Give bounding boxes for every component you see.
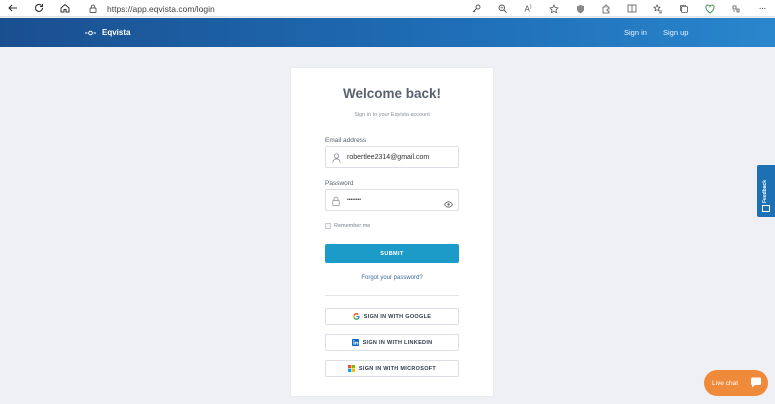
google-icon — [352, 313, 360, 320]
login-card: Welcome back! Sign in to your Eqvista ac… — [291, 68, 493, 396]
remember-me-checkbox[interactable] — [325, 223, 331, 229]
page-subtitle: Sign in to your Eqvista account — [354, 112, 430, 118]
browser-toolbar: https://app.eqvista.com/login A) ··· — [0, 0, 775, 17]
split-screen-icon[interactable] — [619, 0, 645, 17]
live-chat-button[interactable]: Live chat — [704, 370, 768, 396]
live-chat-label: Live chat — [712, 379, 739, 387]
brand-logo[interactable]: Eqvista — [85, 18, 130, 47]
password-field[interactable]: •••••••• — [325, 189, 459, 211]
profile-sync-icon[interactable] — [723, 0, 749, 17]
page-title: Welcome back! — [342, 86, 442, 101]
chat-bubble-icon — [750, 377, 762, 388]
email-label: Email address — [325, 137, 367, 144]
google-signin-label: SIGN IN WITH GOOGLE — [363, 313, 432, 320]
more-icon[interactable]: ··· — [749, 0, 775, 17]
show-password-eye-icon[interactable] — [444, 196, 453, 208]
forgot-password-link[interactable]: Forgot your password? — [291, 275, 493, 281]
back-icon[interactable] — [0, 0, 26, 17]
refresh-icon[interactable] — [26, 0, 52, 17]
remember-me-option[interactable]: Remember me — [325, 223, 370, 229]
microsoft-icon — [347, 365, 355, 372]
header-signup-link[interactable]: Sign up — [663, 18, 688, 47]
linkedin-icon — [351, 339, 359, 346]
logo-mark-icon — [85, 29, 96, 37]
header-signin-link[interactable]: Sign in — [624, 18, 647, 47]
email-value[interactable]: robertlee2314@gmail.com — [347, 147, 429, 167]
zoom-icon[interactable] — [489, 0, 515, 17]
address-bar[interactable]: https://app.eqvista.com/login — [88, 0, 215, 17]
google-signin-button[interactable]: SIGN IN WITH GOOGLE — [325, 308, 459, 325]
collections-icon[interactable] — [671, 0, 697, 17]
extensions-icon[interactable] — [593, 0, 619, 17]
app-header: Eqvista Sign in Sign up — [0, 18, 775, 47]
remember-me-label: Remember me — [334, 223, 371, 229]
url-text[interactable]: https://app.eqvista.com/login — [107, 4, 215, 14]
linkedin-signin-button[interactable]: SIGN IN WITH LINKEDIN — [325, 334, 459, 351]
performance-icon[interactable] — [697, 0, 723, 17]
shield-icon[interactable] — [567, 0, 593, 17]
submit-button[interactable]: SUBMIT — [325, 244, 459, 263]
home-icon[interactable] — [52, 0, 78, 17]
microsoft-signin-label: SIGN IN WITH MICROSOFT — [358, 365, 437, 372]
key-icon[interactable] — [463, 0, 489, 17]
feedback-icon — [762, 205, 770, 212]
browser-actions: A) ··· — [463, 0, 775, 17]
feedback-label: Feedback — [762, 179, 768, 203]
feedback-tab[interactable]: Feedback — [757, 165, 775, 217]
linkedin-signin-label: SIGN IN WITH LINKEDIN — [362, 339, 433, 346]
brand-name: Eqvista — [102, 28, 131, 37]
lock-icon[interactable] — [88, 4, 98, 14]
padlock-icon — [331, 195, 341, 206]
favorites-list-icon[interactable] — [645, 0, 671, 17]
divider — [325, 295, 459, 296]
read-aloud-icon[interactable]: A) — [515, 0, 541, 17]
password-value[interactable]: •••••••• — [347, 190, 361, 210]
email-field[interactable]: robertlee2314@gmail.com — [325, 146, 459, 168]
microsoft-signin-button[interactable]: SIGN IN WITH MICROSOFT — [325, 360, 459, 377]
password-label: Password — [325, 180, 354, 187]
favorite-icon[interactable] — [541, 0, 567, 17]
user-icon — [331, 152, 341, 163]
